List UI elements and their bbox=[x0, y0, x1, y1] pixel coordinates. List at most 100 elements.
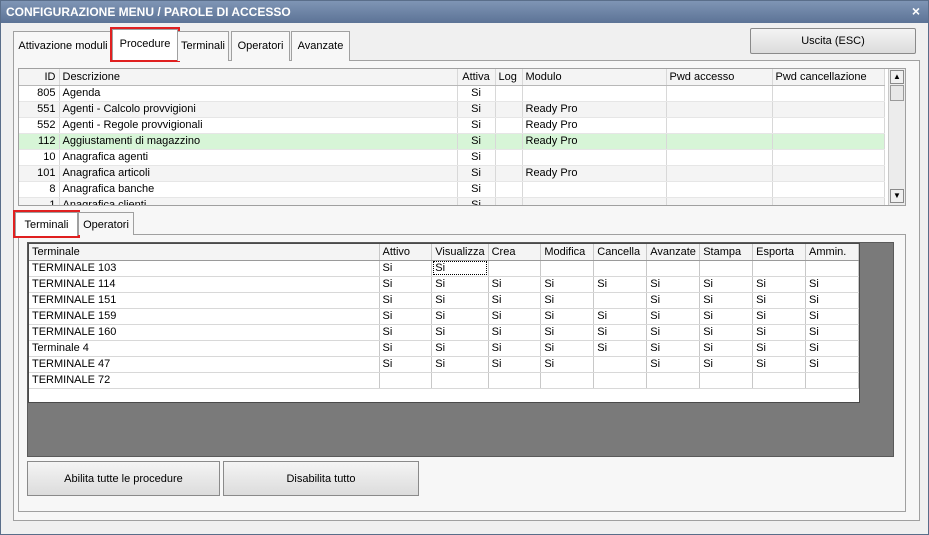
table-cell[interactable] bbox=[772, 85, 885, 102]
column-header[interactable]: ID bbox=[19, 69, 60, 86]
table-cell[interactable]: Si bbox=[646, 292, 701, 309]
table-cell[interactable]: Si bbox=[379, 292, 433, 309]
table-cell[interactable] bbox=[666, 101, 773, 118]
column-header[interactable]: Stampa bbox=[699, 244, 754, 261]
tab-attivazione-moduli[interactable]: Attivazione moduli bbox=[13, 31, 113, 61]
enable-all-procedures-button[interactable]: Abilita tutte le procedure bbox=[27, 461, 220, 496]
table-cell[interactable]: Si bbox=[805, 308, 859, 325]
table-cell[interactable] bbox=[488, 372, 542, 389]
table-cell[interactable]: Si bbox=[457, 117, 496, 134]
table-row[interactable]: 8 Anagrafica banche Si bbox=[19, 181, 885, 198]
tab-operatori[interactable]: Operatori bbox=[231, 31, 290, 61]
tab-terminali[interactable]: Terminali bbox=[177, 31, 229, 61]
table-cell[interactable]: Si bbox=[752, 292, 807, 309]
column-header[interactable]: Descrizione bbox=[59, 69, 458, 86]
column-header[interactable]: Modulo bbox=[522, 69, 667, 86]
column-header[interactable]: Terminale bbox=[29, 244, 380, 261]
table-cell[interactable] bbox=[379, 372, 433, 389]
table-cell[interactable]: Si bbox=[488, 292, 542, 309]
table-cell[interactable]: Si bbox=[431, 292, 489, 309]
table-cell[interactable] bbox=[522, 181, 667, 198]
table-cell[interactable] bbox=[772, 117, 885, 134]
table-cell[interactable] bbox=[495, 85, 523, 102]
table-cell[interactable]: 10 bbox=[19, 149, 60, 166]
column-header[interactable]: Crea bbox=[488, 244, 542, 261]
table-row[interactable]: TERMINALE 47 Si Si Si Si Si Si Si Si bbox=[29, 356, 859, 373]
table-cell[interactable]: Si bbox=[379, 324, 433, 341]
table-cell[interactable]: Si bbox=[805, 356, 859, 373]
table-cell[interactable] bbox=[593, 356, 648, 373]
table-cell[interactable]: Si bbox=[752, 276, 807, 293]
table-cell[interactable] bbox=[540, 372, 595, 389]
table-cell[interactable] bbox=[646, 372, 701, 389]
table-cell[interactable] bbox=[495, 101, 523, 118]
table-cell[interactable]: Ready Pro bbox=[522, 101, 667, 118]
table-cell[interactable]: Si bbox=[805, 340, 859, 357]
table-cell[interactable]: TERMINALE 151 bbox=[29, 292, 380, 309]
table-cell[interactable]: Si bbox=[431, 340, 489, 357]
table-cell[interactable]: TERMINALE 159 bbox=[29, 308, 380, 325]
column-header[interactable]: Esporta bbox=[752, 244, 807, 261]
column-header[interactable]: Pwd cancellazione bbox=[772, 69, 885, 86]
column-header[interactable]: Ammin. bbox=[805, 244, 859, 261]
table-cell[interactable]: TERMINALE 47 bbox=[29, 356, 380, 373]
disable-all-button[interactable]: Disabilita tutto bbox=[223, 461, 419, 496]
table-cell[interactable] bbox=[593, 292, 648, 309]
table-cell[interactable]: 552 bbox=[19, 117, 60, 134]
table-cell[interactable]: Si bbox=[752, 324, 807, 341]
table-cell[interactable] bbox=[752, 260, 807, 277]
table-cell[interactable] bbox=[495, 149, 523, 166]
table-cell[interactable]: TERMINALE 114 bbox=[29, 276, 380, 293]
table-row[interactable]: TERMINALE 114 Si Si Si Si Si Si Si Si Si bbox=[29, 276, 859, 293]
table-cell[interactable]: Si bbox=[431, 324, 489, 341]
table-cell[interactable]: Si bbox=[431, 308, 489, 325]
table-cell[interactable] bbox=[666, 133, 773, 150]
table-cell[interactable]: Si bbox=[646, 276, 701, 293]
table-cell[interactable]: TERMINALE 160 bbox=[29, 324, 380, 341]
table-cell[interactable]: Si bbox=[699, 356, 754, 373]
table-cell[interactable]: Si bbox=[488, 356, 542, 373]
scroll-up-icon[interactable]: ▲ bbox=[890, 70, 904, 84]
table-cell[interactable]: 1 bbox=[19, 197, 60, 205]
column-header[interactable]: Attiva bbox=[457, 69, 496, 86]
column-header[interactable]: Cancella bbox=[593, 244, 648, 261]
table-cell[interactable] bbox=[540, 260, 595, 277]
table-cell[interactable]: Ready Pro bbox=[522, 165, 667, 182]
column-header[interactable]: Avanzate bbox=[646, 244, 701, 261]
table-cell[interactable]: Si bbox=[379, 308, 433, 325]
table-cell[interactable]: Si bbox=[379, 260, 433, 277]
table-cell[interactable] bbox=[431, 372, 489, 389]
tab-procedure[interactable]: Procedure bbox=[110, 27, 180, 62]
table-cell[interactable] bbox=[522, 85, 667, 102]
table-row[interactable]: 101 Anagrafica articoli Si Ready Pro bbox=[19, 165, 885, 182]
table-row[interactable]: TERMINALE 160 Si Si Si Si Si Si Si Si Si bbox=[29, 324, 859, 341]
table-cell[interactable] bbox=[805, 372, 859, 389]
table-row[interactable]: 10 Anagrafica agenti Si bbox=[19, 149, 885, 166]
table-cell[interactable]: Aggiustamenti di magazzino bbox=[59, 133, 458, 150]
table-cell[interactable]: Si bbox=[699, 276, 754, 293]
table-cell[interactable] bbox=[593, 372, 648, 389]
table-cell[interactable]: Si bbox=[540, 356, 595, 373]
table-cell[interactable]: 551 bbox=[19, 101, 60, 118]
table-cell[interactable]: Si bbox=[593, 324, 648, 341]
table-cell[interactable] bbox=[752, 372, 807, 389]
table-cell[interactable]: TERMINALE 103 bbox=[29, 260, 380, 277]
table-cell[interactable]: Si bbox=[540, 308, 595, 325]
table-cell[interactable] bbox=[699, 260, 754, 277]
table-cell[interactable]: TERMINALE 72 bbox=[29, 372, 380, 389]
close-icon[interactable]: × bbox=[912, 3, 920, 19]
table-cell[interactable] bbox=[488, 260, 542, 277]
table-cell[interactable] bbox=[772, 101, 885, 118]
table-cell[interactable]: Si bbox=[431, 260, 489, 277]
inner-tab-terminali[interactable]: Terminali bbox=[13, 210, 80, 238]
table-cell[interactable] bbox=[666, 165, 773, 182]
table-cell[interactable]: Si bbox=[457, 101, 496, 118]
scroll-thumb[interactable] bbox=[890, 85, 904, 101]
table-cell[interactable]: Si bbox=[488, 308, 542, 325]
table-cell[interactable] bbox=[772, 133, 885, 150]
table-cell[interactable]: Agenti - Regole provvigionali bbox=[59, 117, 458, 134]
table-cell[interactable] bbox=[495, 165, 523, 182]
table-cell[interactable]: 112 bbox=[19, 133, 60, 150]
table-row[interactable]: 1 Anagrafica clienti Si bbox=[19, 197, 885, 205]
table-cell[interactable]: Terminale 4 bbox=[29, 340, 380, 357]
